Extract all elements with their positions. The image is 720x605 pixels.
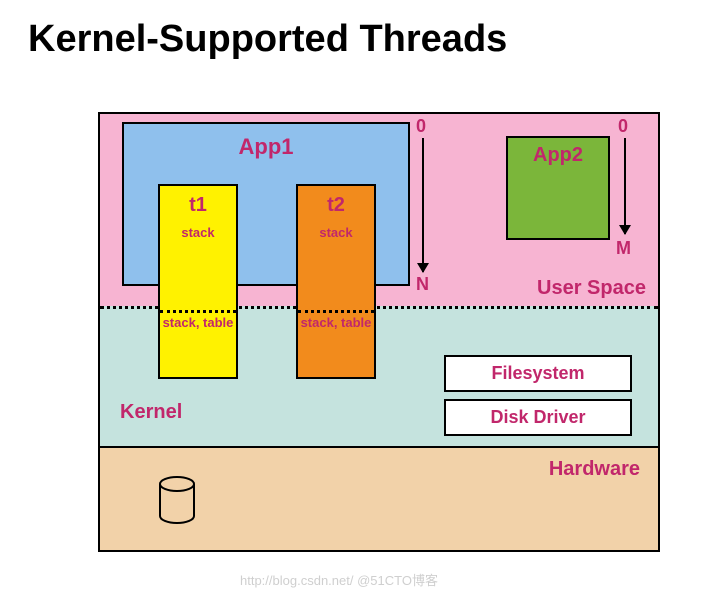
diagram-container: App1 0 N App2 0 M User Space Kernel File… [98, 112, 660, 552]
t1-stack-label: stack [160, 225, 236, 240]
app2-addr-top: 0 [618, 116, 628, 137]
hardware-label: Hardware [549, 458, 640, 481]
hardware-layer: Hardware [100, 446, 658, 550]
app1-addr-bottom: N [416, 274, 429, 295]
thread-t1-box: t1 stack stack, table [158, 184, 238, 379]
kernel-label: Kernel [120, 401, 182, 424]
app2-box: App2 [506, 136, 610, 240]
app1-addr-top: 0 [416, 116, 426, 137]
t1-kernel-text: stack, table [160, 316, 236, 331]
filesystem-module: Filesystem [444, 355, 632, 392]
app1-arrow-icon [422, 138, 424, 272]
t2-stack-label: stack [298, 225, 374, 240]
t2-divider [298, 310, 374, 313]
app2-addr-bottom: M [616, 238, 631, 259]
t2-kernel-text: stack, table [298, 316, 374, 331]
t1-name: t1 [160, 194, 236, 217]
app1-label: App1 [124, 134, 408, 160]
app2-label: App2 [508, 144, 608, 167]
diskdriver-module: Disk Driver [444, 399, 632, 436]
t2-name: t2 [298, 194, 374, 217]
disk-cylinder-icon [158, 476, 196, 524]
page-title: Kernel-Supported Threads [0, 0, 720, 61]
t1-divider [160, 310, 236, 313]
thread-t2-box: t2 stack stack, table [296, 184, 376, 379]
watermark-text: http://blog.csdn.net/ @51CTO博客 [240, 570, 438, 589]
user-space-label: User Space [537, 277, 646, 300]
app2-arrow-icon [624, 138, 626, 234]
